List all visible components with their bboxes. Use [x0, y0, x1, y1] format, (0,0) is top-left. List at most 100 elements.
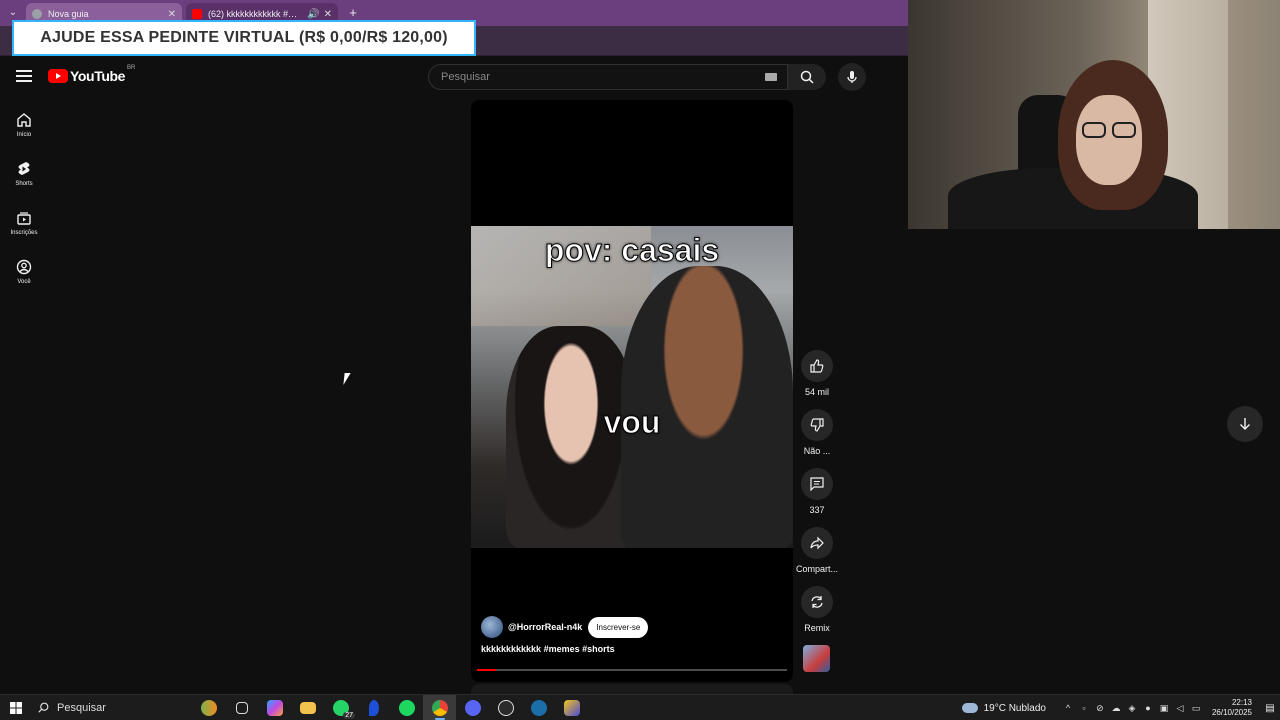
remix-button[interactable]: Remix	[796, 586, 838, 645]
taskbar-chrome[interactable]	[423, 694, 456, 720]
search-input[interactable]	[429, 65, 787, 89]
weather-widget[interactable]: 19°C Nublado	[961, 702, 1046, 714]
youtube-play-icon	[48, 69, 68, 83]
taskbar-discord[interactable]	[456, 695, 489, 720]
shorts-icon	[18, 161, 30, 175]
sound-thumbnail[interactable]	[803, 645, 830, 672]
widgets-icon	[200, 699, 217, 716]
taskbar-obs[interactable]	[489, 695, 522, 720]
dislike-icon	[810, 418, 824, 432]
show-hidden-icons-icon[interactable]: ^	[1060, 695, 1076, 720]
guide-item-you[interactable]: Você	[0, 247, 48, 296]
taskbar-app-blue[interactable]	[357, 695, 390, 720]
dislike-button[interactable]: Não ...	[796, 409, 838, 468]
search-box	[428, 64, 788, 90]
taskbar-spotify[interactable]	[390, 695, 423, 720]
app-icon	[563, 699, 580, 716]
guide-item-subscriptions[interactable]: Inscrições	[0, 198, 48, 247]
cloud-icon	[961, 703, 978, 713]
taskbar-file-explorer[interactable]	[291, 695, 324, 720]
glasses-right-lens	[1112, 122, 1136, 138]
tray-app-icon[interactable]: ▫	[1076, 695, 1092, 720]
tray-app-icon[interactable]: ◈	[1124, 695, 1140, 720]
search-button[interactable]	[788, 64, 826, 90]
tray-app-icon[interactable]: ▣	[1156, 695, 1172, 720]
like-button[interactable]: 54 mil	[796, 350, 838, 409]
close-tab-icon[interactable]: ✕	[168, 9, 176, 20]
notifications-icon[interactable]: ▤	[1260, 695, 1280, 720]
donation-banner: AJUDE ESSA PEDINTE VIRTUAL (R$ 0,00/R$ 1…	[12, 20, 476, 56]
youtube-logo[interactable]: YouTube BR	[48, 65, 136, 84]
chrome-favicon-icon	[32, 9, 42, 19]
dislike-label: Não ...	[803, 446, 831, 456]
app-icon	[368, 699, 379, 716]
you-icon	[16, 259, 32, 274]
country-code: BR	[127, 65, 136, 71]
arrow-down-icon	[1240, 418, 1250, 430]
network-icon[interactable]: ▭	[1188, 695, 1204, 720]
subscribe-button[interactable]: Inscrever-se	[588, 616, 649, 638]
next-short-button[interactable]	[1227, 406, 1263, 442]
channel-avatar[interactable]	[481, 616, 503, 638]
taskbar-whatsapp[interactable]: 27	[324, 695, 357, 720]
voice-search-button[interactable]	[838, 63, 866, 91]
onedrive-icon[interactable]: ☁	[1108, 695, 1124, 720]
volume-icon[interactable]: ◁	[1172, 695, 1188, 720]
glasses-left-lens	[1082, 122, 1106, 138]
obs-icon	[497, 699, 514, 716]
mini-guide: Início Shorts Inscrições Você	[0, 100, 48, 296]
youtube-favicon-icon	[192, 9, 202, 19]
new-tab-button[interactable]: +	[344, 5, 362, 21]
taskbar-search[interactable]: Pesquisar	[32, 697, 192, 719]
guide-label: Shorts	[15, 180, 33, 187]
folder-icon	[299, 701, 316, 714]
tray-app-icon[interactable]: ⊘	[1092, 695, 1108, 720]
taskbar-search-label: Pesquisar	[57, 701, 106, 714]
guide-label: Inscrições	[10, 229, 38, 236]
guide-label: Você	[17, 278, 31, 285]
clock[interactable]: 22:13 26/10/2025	[1212, 698, 1252, 718]
search-icon	[38, 702, 49, 713]
taskbar-copilot[interactable]	[258, 695, 291, 720]
webcam-overlay	[908, 0, 1280, 229]
shorts-player[interactable]: pov: casais vou @HorrorReal-n4k Inscreve…	[471, 100, 793, 682]
start-button[interactable]	[0, 695, 32, 720]
webcam-person-face	[1076, 95, 1142, 185]
guide-item-shorts[interactable]: Shorts	[0, 149, 48, 198]
guide-item-home[interactable]: Início	[0, 100, 48, 149]
taskbar-task-view[interactable]	[225, 695, 258, 720]
screen: ⌄ Nova guia ✕ (62) kkkkkkkkkkkk #memes 🔊…	[0, 0, 1280, 720]
progress-fill	[477, 669, 496, 671]
video-caption-top: pov: casais	[544, 232, 720, 269]
share-button[interactable]: Compart...	[796, 527, 838, 586]
steam-icon	[530, 699, 547, 716]
taskbar-app-yellow[interactable]	[555, 695, 588, 720]
comment-icon	[810, 477, 824, 491]
action-bar: 54 mil Não ... 337 Compart... Remix	[796, 350, 838, 645]
mouse-cursor-icon	[343, 373, 351, 385]
guide-label: Início	[16, 131, 32, 138]
taskbar-steam[interactable]	[522, 695, 555, 720]
video-title[interactable]: kkkkkkkkkkkk #memes #shorts	[481, 644, 615, 654]
comments-button[interactable]: 337	[796, 468, 838, 527]
audio-playing-icon[interactable]: 🔊	[307, 9, 319, 20]
taskbar-widgets[interactable]	[192, 695, 225, 720]
close-tab-icon[interactable]: ✕	[324, 9, 332, 20]
windows-taskbar: Pesquisar 27 19°C Nublado ^ ▫ ⊘ ☁ ◈ ● ▣ …	[0, 694, 1280, 720]
system-tray: 19°C Nublado ^ ▫ ⊘ ☁ ◈ ● ▣ ◁ ▭ 22:13 26/…	[961, 695, 1280, 720]
keyboard-icon[interactable]	[765, 73, 777, 81]
copilot-icon	[266, 699, 283, 716]
channel-name[interactable]: @HorrorReal-n4k	[508, 622, 582, 632]
menu-icon[interactable]	[16, 70, 32, 82]
microphone-icon[interactable]: ●	[1140, 695, 1156, 720]
weather-text: 19°C Nublado	[983, 702, 1046, 714]
progress-bar[interactable]	[477, 669, 787, 671]
chrome-icon	[431, 699, 448, 716]
comment-count: 337	[809, 505, 825, 515]
tab-search-chevron-icon[interactable]: ⌄	[4, 5, 22, 21]
video-frame[interactable]: pov: casais vou	[471, 226, 793, 548]
like-count: 54 mil	[804, 387, 829, 397]
video-caption-middle: vou	[603, 404, 661, 441]
windows-logo-icon	[10, 701, 22, 714]
channel-row: @HorrorReal-n4k Inscrever-se	[481, 616, 649, 638]
